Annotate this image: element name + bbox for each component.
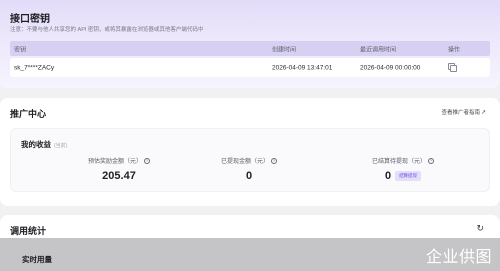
api-key-title: 接口密钥 — [10, 14, 50, 25]
column-header-created: 创建时间 — [272, 47, 297, 53]
api-key-table-header: 密钥 创建时间 最近调用时间 操作 — [10, 41, 490, 56]
earnings-subtitle: (当前) — [54, 143, 68, 149]
help-icon[interactable]: ? — [144, 158, 150, 165]
promotion-center-card: 推广中心 查看推广者指南↗ 我的收益 (当前) 预估奖励金额（元）? 205.47… — [0, 98, 500, 206]
watermark: 企业供图 — [425, 247, 492, 266]
estimated-reward-label: 预估奖励金额（元） — [87, 159, 142, 165]
promotion-center-title: 推广中心 — [10, 109, 47, 119]
estimated-reward-stat: 预估奖励金额（元）? 205.47 — [49, 156, 189, 182]
api-key-card: 接口密钥 注意：不要与他人共享您的 API 密钥，或将其暴露在浏览器或其他客户端… — [0, 0, 500, 88]
earnings-panel: 我的收益 (当前) 预估奖励金额（元）? 205.47 已提现金额（元）? 0 已… — [10, 128, 490, 192]
withdrawn-value: 0 — [245, 170, 253, 182]
copy-button[interactable] — [448, 62, 457, 73]
copy-icon[interactable] — [448, 62, 457, 72]
refresh-icon[interactable]: ↻ — [476, 223, 484, 234]
table-row: sk_7****ZACy 2026-04-09 13:47:01 2026-04… — [10, 58, 490, 77]
settle-withdraw-button[interactable]: 结算提现 — [395, 171, 422, 182]
created-time: 2026-04-09 13:47:01 — [272, 64, 333, 71]
settled-pending-stat: 已结算待提现（元）? 0 结算提现 — [333, 156, 473, 182]
external-link-icon: ↗ — [480, 110, 486, 116]
help-icon[interactable]: ? — [271, 158, 277, 165]
column-header-action: 操作 — [448, 47, 461, 53]
withdrawn-label: 已提现金额（元） — [220, 159, 269, 165]
api-key-notice: 注意：不要与他人共享您的 API 密钥，或将其暴露在浏览器或其他客户端代码中 — [10, 27, 204, 33]
realtime-usage-title: 实时用量 — [22, 255, 52, 264]
estimated-reward-value: 205.47 — [102, 170, 136, 182]
promoter-guide-label: 查看推广者指南 — [441, 110, 480, 116]
api-key-value: sk_7****ZACy — [14, 64, 55, 71]
help-icon[interactable]: ? — [428, 158, 434, 165]
promoter-guide-link[interactable]: 查看推广者指南↗ — [441, 108, 486, 116]
settled-pending-value: 0 — [384, 170, 392, 182]
settled-pending-label: 已结算待提现（元） — [371, 159, 426, 165]
last-called-time: 2026-04-09 00:00:00 — [360, 64, 421, 71]
column-header-key: 密钥 — [14, 47, 27, 53]
column-header-last-called: 最近调用时间 — [360, 47, 397, 53]
call-statistics-title: 调用统计 — [10, 226, 47, 236]
withdrawn-stat: 已提现金额（元）? 0 — [179, 156, 319, 182]
earnings-title: 我的收益 (当前) — [21, 140, 68, 149]
